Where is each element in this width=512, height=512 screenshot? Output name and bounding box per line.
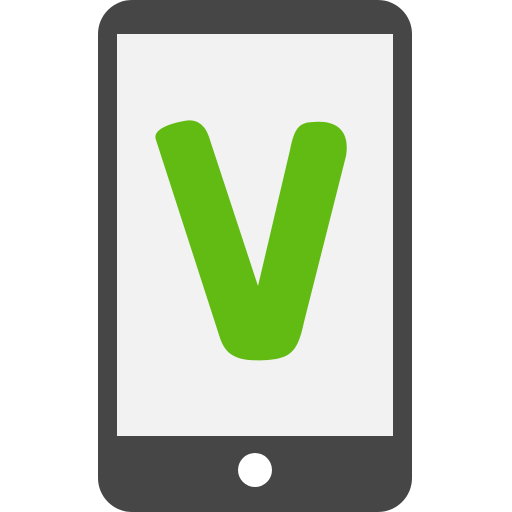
home-button-icon [238,453,272,487]
smartphone-icon [98,0,412,512]
device-screen [117,34,393,436]
app-icon [0,0,512,512]
